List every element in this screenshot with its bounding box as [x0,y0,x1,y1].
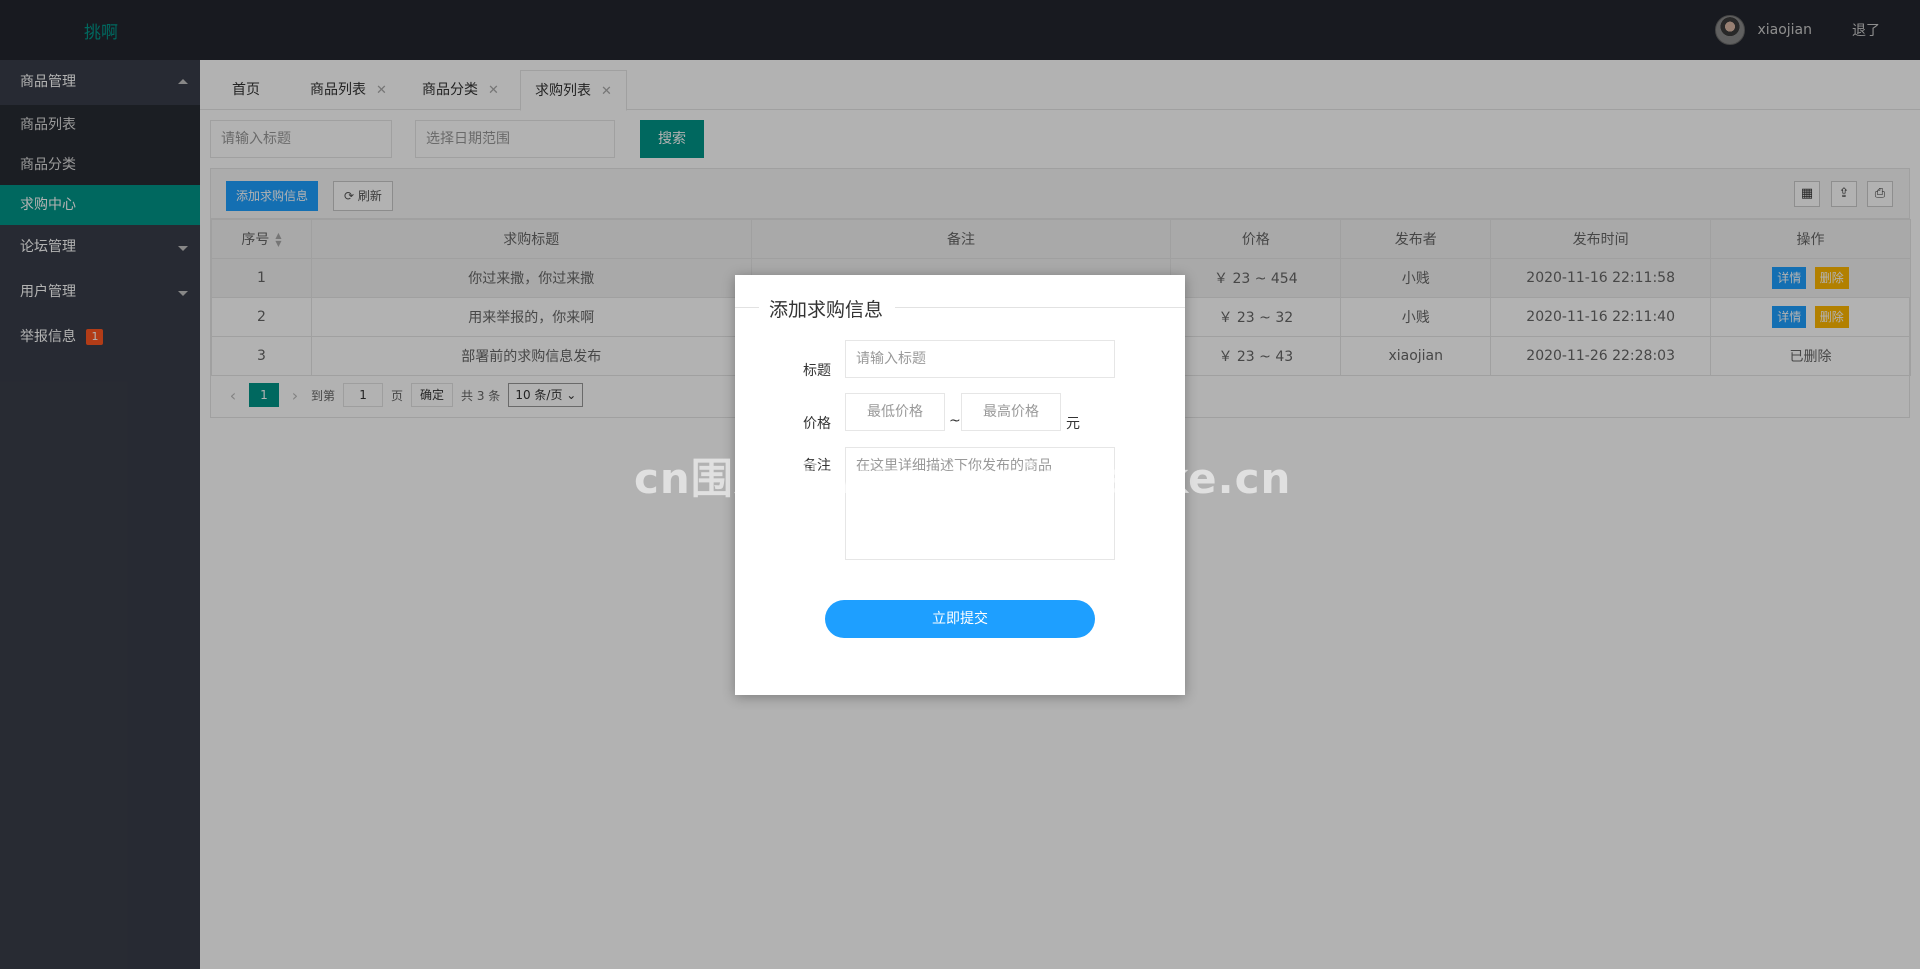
title-input[interactable]: 请输入标题 [845,340,1115,378]
legend-divider [895,307,1185,308]
price-range-separator: ~ [949,413,961,429]
modal-fieldset-legend: 添加求购信息 [735,295,1185,322]
watermark-text: cn围观客www.weiguanke.cn [634,454,1292,503]
submit-button[interactable]: 立即提交 [825,600,1095,638]
legend-divider [735,307,759,308]
max-price-input[interactable]: 最高价格 [961,393,1061,431]
title-label: 标题 [803,363,831,379]
price-label: 价格 [803,416,831,432]
modal-title: 添加求购信息 [765,295,888,322]
price-unit: 元 [1066,416,1080,432]
min-price-input[interactable]: 最低价格 [845,393,945,431]
